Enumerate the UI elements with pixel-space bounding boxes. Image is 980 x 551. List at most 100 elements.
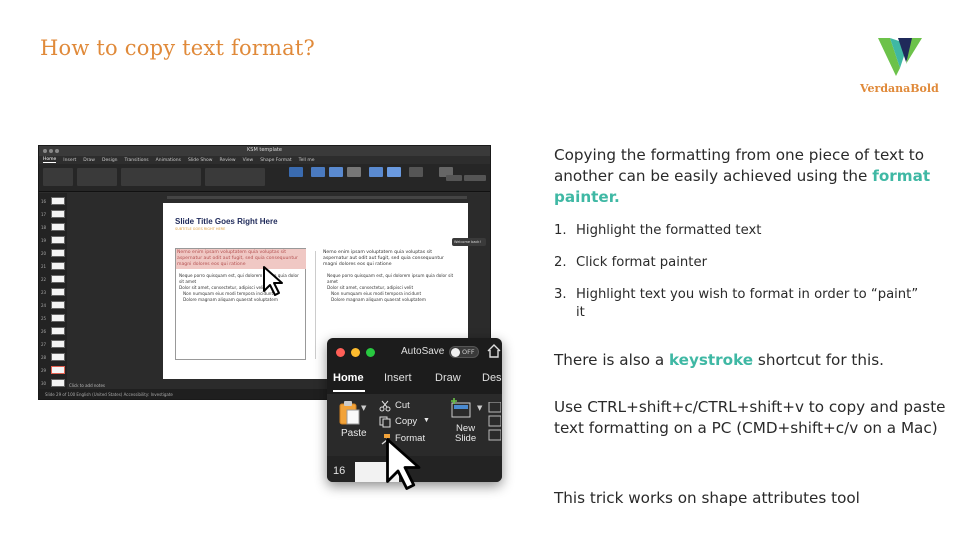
trick-paragraph: This trick works on shape attributes too… [554,489,860,507]
slide-title: How to copy text format? [40,36,315,60]
share-button[interactable] [446,175,462,181]
step-text: Click format painter [576,255,707,270]
new-slide-button[interactable]: New Slide [455,424,476,444]
new-slide-label-line2: Slide [455,433,477,444]
step-text: Highlight the formatted text [576,223,762,238]
picture-button[interactable] [311,167,325,177]
tab-review[interactable]: Review [220,158,236,163]
slide-thumbnail[interactable] [51,197,65,205]
paste-button[interactable]: Paste [341,428,367,439]
autosave-label: AutoSave [401,346,445,357]
column-divider [315,251,316,359]
maximize-button[interactable] [366,348,375,357]
slide-thumbnail[interactable] [51,327,65,335]
tab-transitions[interactable]: Transitions [125,158,149,163]
slide-thumbnail-selected[interactable] [51,366,65,374]
home-icon[interactable] [487,344,501,358]
tab-draw[interactable]: Draw [83,158,95,163]
keystroke-text-2: shortcut for this. [753,351,884,369]
slide-thumbnail[interactable] [51,223,65,231]
tab-tell-me[interactable]: Tell me [299,158,315,163]
scissors-icon[interactable] [379,400,391,412]
slide-thumbnail[interactable] [51,353,65,361]
minimize-button[interactable] [351,348,360,357]
font-group[interactable] [121,168,201,186]
zoom-tabs: Home Insert Draw Des [327,372,502,390]
slide-thumbnail[interactable] [51,301,65,309]
window-titlebar: KSM template [39,146,490,156]
step-text: Highlight text you wish to format in ord… [576,287,919,320]
slide-thumbnail[interactable] [51,275,65,283]
quick-styles-button[interactable] [387,167,401,177]
welcome-toast: Welcome back! [452,238,486,246]
shape-fill-button[interactable] [409,167,423,177]
step-number: 3. [554,287,567,302]
tab-design[interactable]: Design [102,158,118,163]
window-controls [336,348,375,357]
right-bullet: Dolore magnam aliquam quaerat voluptatem [331,297,426,302]
verdana-logo-icon [878,38,922,76]
zoom-tab-home[interactable]: Home [333,372,364,384]
brand-name: VerdanaBold [860,82,939,95]
brand-logo: VerdanaBold [856,34,946,98]
toggle-state: OFF [462,348,475,356]
zoom-tab-design[interactable]: Des [482,372,502,384]
comments-button[interactable] [464,175,486,181]
mouse-pointer-icon [263,266,283,296]
copy-chevron-icon[interactable]: ▼ [423,417,430,424]
zoom-tab-insert[interactable]: Insert [384,372,412,384]
new-slide-chevron-icon[interactable]: ▼ [477,404,482,412]
new-slide-icon[interactable] [449,398,473,420]
close-button[interactable] [336,348,345,357]
shortcut-paragraph: Use CTRL+shift+c/CTRL+shift+v to copy an… [554,398,946,437]
layout-icon[interactable] [487,402,501,442]
tab-slide-show[interactable]: Slide Show [188,158,213,163]
slide-thumbnail[interactable] [51,379,65,387]
autosave-toggle[interactable]: OFF [449,346,479,358]
slide-preview-title: Slide Title Goes Right Here [175,217,278,226]
keystroke-accent: keystroke [668,351,754,369]
step-number: 2. [554,255,567,270]
slide-thumbnail[interactable] [51,249,65,257]
step-number: 1. [554,223,567,238]
ribbon-tabs: Home Insert Draw Design Transitions Anim… [39,156,490,164]
slide-thumbnail[interactable] [51,288,65,296]
arrange-button[interactable] [369,167,383,177]
keystroke-text-1: There is also a [554,351,669,369]
active-tab-indicator [333,390,365,392]
slide-number: 16 [333,465,346,477]
notes-placeholder[interactable]: Click to add notes [69,383,105,388]
document-title: KSM template [247,147,282,153]
lead-paragraph: Copying the formatting from one piece of… [554,145,954,208]
lead-text: Copying the formatting from one piece of… [554,146,925,185]
shapes-button[interactable] [329,167,343,177]
tab-animations[interactable]: Animations [156,158,181,163]
zoom-tab-draw[interactable]: Draw [435,372,461,384]
tab-home[interactable]: Home [43,157,57,163]
clipboard-icon[interactable] [338,400,360,426]
slide-thumbnail[interactable] [51,340,65,348]
right-bullet: Dolor sit amet, consectetur, adipisci ve… [327,285,414,290]
horizontal-ruler [167,196,467,199]
slide-preview-subtitle: SUBTITLE GOES RIGHT HERE [175,227,226,231]
tab-view[interactable]: View [243,158,254,163]
textbox-button[interactable] [347,167,361,177]
copy-button[interactable]: Copy [395,416,417,427]
highlighted-text[interactable]: Nemo enim ipsam voluptatem quia voluptas… [176,249,306,269]
convert-smartart-button[interactable] [289,167,303,177]
paste-chevron-icon[interactable]: ▼ [361,404,366,412]
tab-shape-format[interactable]: Shape Format [260,158,291,163]
ribbon-toolbar [39,164,490,192]
right-bullet: Neque porro quisquam est, qui dolorem ip… [327,273,454,284]
copy-icon[interactable] [379,416,391,428]
cut-button[interactable]: Cut [395,400,410,411]
slide-thumbnail[interactable] [51,210,65,218]
slide-thumbnail[interactable] [51,262,65,270]
slides-group[interactable] [77,168,117,186]
clipboard-group[interactable] [43,168,73,186]
slide-thumbnail[interactable] [51,314,65,322]
right-bullet: Non numquam eius modi tempora incidunt [331,291,422,296]
slide-thumbnail[interactable] [51,236,65,244]
tab-insert[interactable]: Insert [63,158,76,163]
paragraph-group[interactable] [205,168,265,186]
